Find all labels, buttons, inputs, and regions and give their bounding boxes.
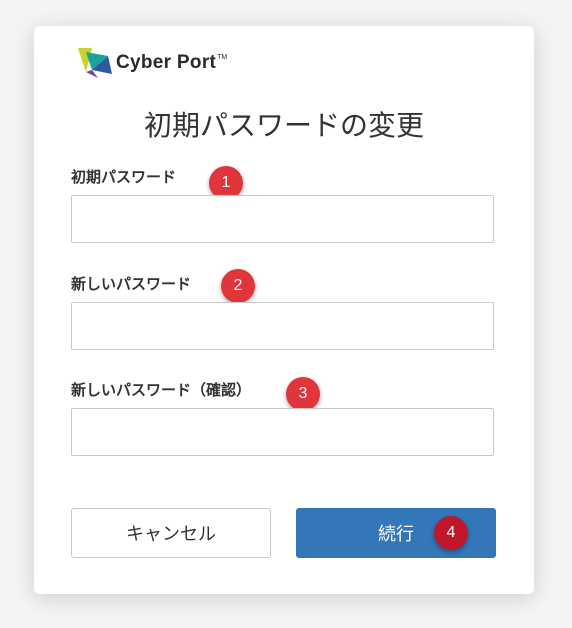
new-password-label: 新しいパスワード <box>71 275 192 293</box>
confirm-password-input[interactable] <box>71 408 494 456</box>
cyber-port-logo: Cyber Port TM <box>78 48 227 78</box>
step-badge-4: 4 <box>434 516 468 550</box>
login-card: Cyber Port TM 初期パスワードの変更 初期パスワード 1 新しいパス… <box>34 26 534 594</box>
cancel-button[interactable]: キャンセル <box>71 508 271 558</box>
step-badge-2: 2 <box>221 269 255 303</box>
cancel-button-label: キャンセル <box>126 524 216 545</box>
logo-trademark: TM <box>217 54 228 61</box>
continue-button-label: 続行 <box>378 524 414 545</box>
new-password-input[interactable] <box>71 302 494 350</box>
initial-password-input[interactable] <box>71 195 494 243</box>
step-badge-3: 3 <box>286 377 320 411</box>
initial-password-label: 初期パスワード <box>71 168 177 186</box>
confirm-password-label: 新しいパスワード（確認） <box>71 381 252 399</box>
logo-text: Cyber Port <box>116 52 217 73</box>
page-title: 初期パスワードの変更 <box>143 109 424 142</box>
cyber-port-logo-icon <box>78 48 112 78</box>
